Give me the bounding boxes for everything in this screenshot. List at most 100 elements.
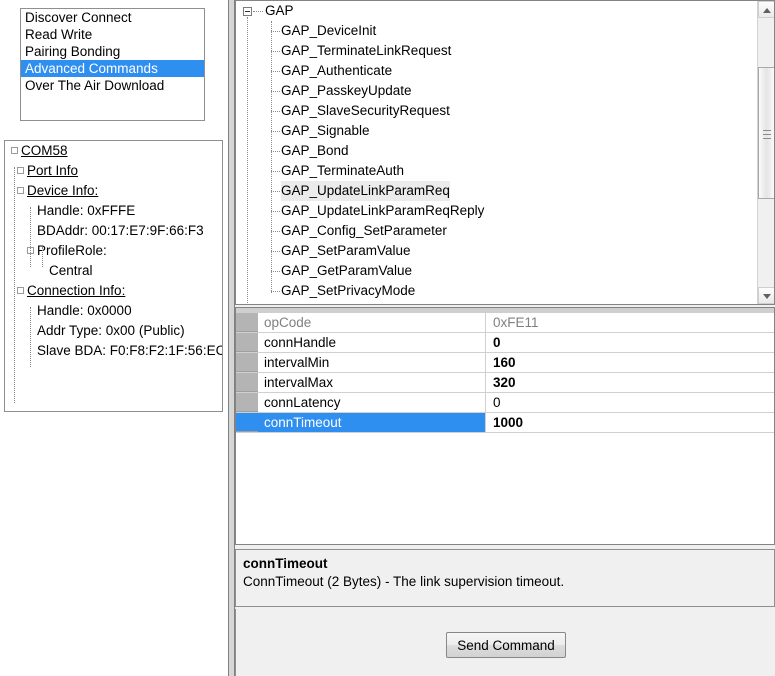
command-tree-item[interactable]: GAP_TerminateLinkRequest bbox=[236, 41, 756, 61]
category-listbox[interactable]: Discover ConnectRead WritePairing Bondin… bbox=[20, 8, 205, 121]
tree-expander-icon[interactable] bbox=[17, 187, 24, 194]
device-tree-label: Port Info bbox=[27, 161, 78, 181]
command-tree-item-label: GAP_PasskeyUpdate bbox=[281, 81, 412, 101]
device-tree-label: ProfileRole: bbox=[37, 241, 107, 261]
tree-connector bbox=[30, 207, 31, 267]
tree-connector bbox=[247, 17, 248, 304]
description-title: connTimeout bbox=[243, 555, 767, 573]
command-tree-item[interactable]: GAP_Authenticate bbox=[236, 61, 756, 81]
command-tree-panel: GAPGAP_DeviceInitGAP_TerminateLinkReques… bbox=[235, 0, 775, 305]
command-tree-item[interactable]: GAP_UpdateLinkParamReqReply bbox=[236, 201, 756, 221]
device-tree-node[interactable]: Slave BDA: F0:F8:F2:1F:56:EC bbox=[5, 341, 222, 361]
parameter-value-cell[interactable]: 320 bbox=[487, 373, 774, 392]
category-item[interactable]: Discover Connect bbox=[21, 9, 204, 26]
command-tree-item[interactable]: GAP_Bond bbox=[236, 141, 756, 161]
command-tree-item[interactable]: GAP_SlaveSecurityRequest bbox=[236, 101, 756, 121]
command-tree-item-label: GAP_Bond bbox=[281, 141, 349, 161]
tree-expander-icon[interactable] bbox=[17, 287, 24, 294]
send-command-button[interactable]: Send Command bbox=[446, 632, 566, 658]
tree-connector bbox=[271, 131, 280, 132]
device-tree-label: COM58 bbox=[21, 141, 68, 161]
device-tree-node[interactable]: Port Info bbox=[5, 161, 222, 181]
device-tree-node[interactable]: Device Info: bbox=[5, 181, 222, 201]
parameter-name-cell[interactable]: connHandle bbox=[258, 333, 486, 352]
tree-connector bbox=[271, 31, 280, 32]
parameter-grid[interactable]: opCode0xFE11connHandle0intervalMin160int… bbox=[235, 307, 775, 545]
command-tree-item[interactable]: GAP_SetParamValue bbox=[236, 241, 756, 261]
ble-command-window: Discover ConnectRead WritePairing Bondin… bbox=[0, 0, 775, 676]
command-tree-item-label: GAP_Config_SetParameter bbox=[281, 221, 447, 241]
pane-splitter[interactable] bbox=[228, 0, 235, 676]
command-tree-item[interactable]: GAP_SetPrivacyMode bbox=[236, 281, 756, 301]
device-tree-node[interactable]: Addr Type: 0x00 (Public) bbox=[5, 321, 222, 341]
tree-connector bbox=[271, 51, 280, 52]
scroll-up-button[interactable] bbox=[758, 1, 775, 18]
device-tree-node[interactable]: Handle: 0xFFFE bbox=[5, 201, 222, 221]
command-tree-item[interactable]: GAP_PasskeyUpdate bbox=[236, 81, 756, 101]
tree-connector bbox=[42, 247, 43, 267]
category-item[interactable]: Over The Air Download bbox=[21, 77, 204, 94]
parameter-row[interactable]: intervalMin160 bbox=[236, 353, 774, 373]
command-tree-scrollbar[interactable] bbox=[757, 1, 774, 304]
row-handle[interactable] bbox=[236, 333, 258, 352]
scrollbar-thumb[interactable] bbox=[758, 67, 775, 199]
command-tree-root[interactable]: GAP bbox=[236, 1, 756, 21]
parameter-value-cell[interactable]: 0xFE11 bbox=[487, 313, 774, 332]
tree-connector bbox=[271, 21, 272, 293]
command-tree[interactable]: GAPGAP_DeviceInitGAP_TerminateLinkReques… bbox=[236, 1, 756, 304]
device-tree-node[interactable]: BDAddr: 00:17:E7:9F:66:F3 bbox=[5, 221, 222, 241]
parameter-row[interactable]: connHandle0 bbox=[236, 333, 774, 353]
scroll-down-button[interactable] bbox=[758, 287, 775, 304]
command-tree-item[interactable]: GAP_GetParamValue bbox=[236, 261, 756, 281]
command-tree-root-label: GAP bbox=[265, 1, 294, 21]
device-tree-label: Central bbox=[49, 261, 93, 281]
command-tree-item[interactable]: GAP_UpdateLinkParamReq bbox=[236, 181, 756, 201]
device-tree-node[interactable]: Connection Info: bbox=[5, 281, 222, 301]
command-tree-item-label: GAP_Signable bbox=[281, 121, 370, 141]
parameter-value-cell[interactable]: 160 bbox=[487, 353, 774, 372]
device-tree-label: Handle: 0x0000 bbox=[37, 301, 132, 321]
command-tree-item-label: GAP_Authenticate bbox=[281, 61, 392, 81]
parameter-row[interactable]: intervalMax320 bbox=[236, 373, 774, 393]
row-handle[interactable] bbox=[236, 373, 258, 392]
parameter-row[interactable]: connLatency0 bbox=[236, 393, 774, 413]
command-tree-item[interactable]: GAP_TerminateAuth bbox=[236, 161, 756, 181]
device-tree-label: Addr Type: 0x00 (Public) bbox=[37, 321, 185, 341]
command-tree-item-label: GAP_GetParamValue bbox=[281, 261, 412, 281]
row-handle[interactable] bbox=[236, 393, 258, 412]
device-tree-node[interactable]: COM58 bbox=[5, 141, 222, 161]
parameter-name-cell[interactable]: opCode bbox=[258, 313, 486, 332]
command-tree-item-label: GAP_TerminateLinkRequest bbox=[281, 41, 451, 61]
row-handle[interactable] bbox=[236, 353, 258, 372]
tree-connector bbox=[271, 271, 280, 272]
device-info-tree[interactable]: COM58Port InfoDevice Info:Handle: 0xFFFE… bbox=[4, 140, 223, 412]
command-tree-item-label: GAP_DeviceInit bbox=[281, 21, 376, 41]
tree-collapse-icon[interactable] bbox=[243, 7, 252, 16]
parameter-name-cell[interactable]: connTimeout bbox=[258, 413, 486, 432]
parameter-row[interactable]: connTimeout1000 bbox=[236, 413, 774, 433]
triangle-down-icon bbox=[763, 294, 771, 299]
grip-line-icon bbox=[763, 134, 771, 135]
parameter-value-cell[interactable]: 0 bbox=[487, 393, 774, 412]
parameter-value-cell[interactable]: 0 bbox=[487, 333, 774, 352]
category-item[interactable]: Read Write bbox=[21, 26, 204, 43]
parameter-name-cell[interactable]: intervalMin bbox=[258, 353, 486, 372]
device-tree-node[interactable]: Central bbox=[5, 261, 222, 281]
row-handle[interactable] bbox=[236, 413, 258, 432]
device-tree-node[interactable]: Handle: 0x0000 bbox=[5, 301, 222, 321]
parameter-value-cell[interactable]: 1000 bbox=[487, 413, 774, 432]
right-pane: GAPGAP_DeviceInitGAP_TerminateLinkReques… bbox=[235, 0, 775, 676]
category-item[interactable]: Pairing Bonding bbox=[21, 43, 204, 60]
category-item[interactable]: Advanced Commands bbox=[21, 60, 204, 77]
device-tree-node[interactable]: ProfileRole: bbox=[5, 241, 222, 261]
parameter-row[interactable]: opCode0xFE11 bbox=[236, 313, 774, 333]
row-handle[interactable] bbox=[236, 313, 258, 332]
tree-connector bbox=[271, 211, 280, 212]
parameter-name-cell[interactable]: intervalMax bbox=[258, 373, 486, 392]
command-tree-item[interactable]: GAP_DeviceInit bbox=[236, 21, 756, 41]
command-tree-item[interactable]: GAP_Config_SetParameter bbox=[236, 221, 756, 241]
command-tree-item[interactable]: GAP_Signable bbox=[236, 121, 756, 141]
parameter-name-cell[interactable]: connLatency bbox=[258, 393, 486, 412]
tree-expander-icon[interactable] bbox=[11, 147, 18, 154]
tree-expander-icon[interactable] bbox=[17, 167, 24, 174]
